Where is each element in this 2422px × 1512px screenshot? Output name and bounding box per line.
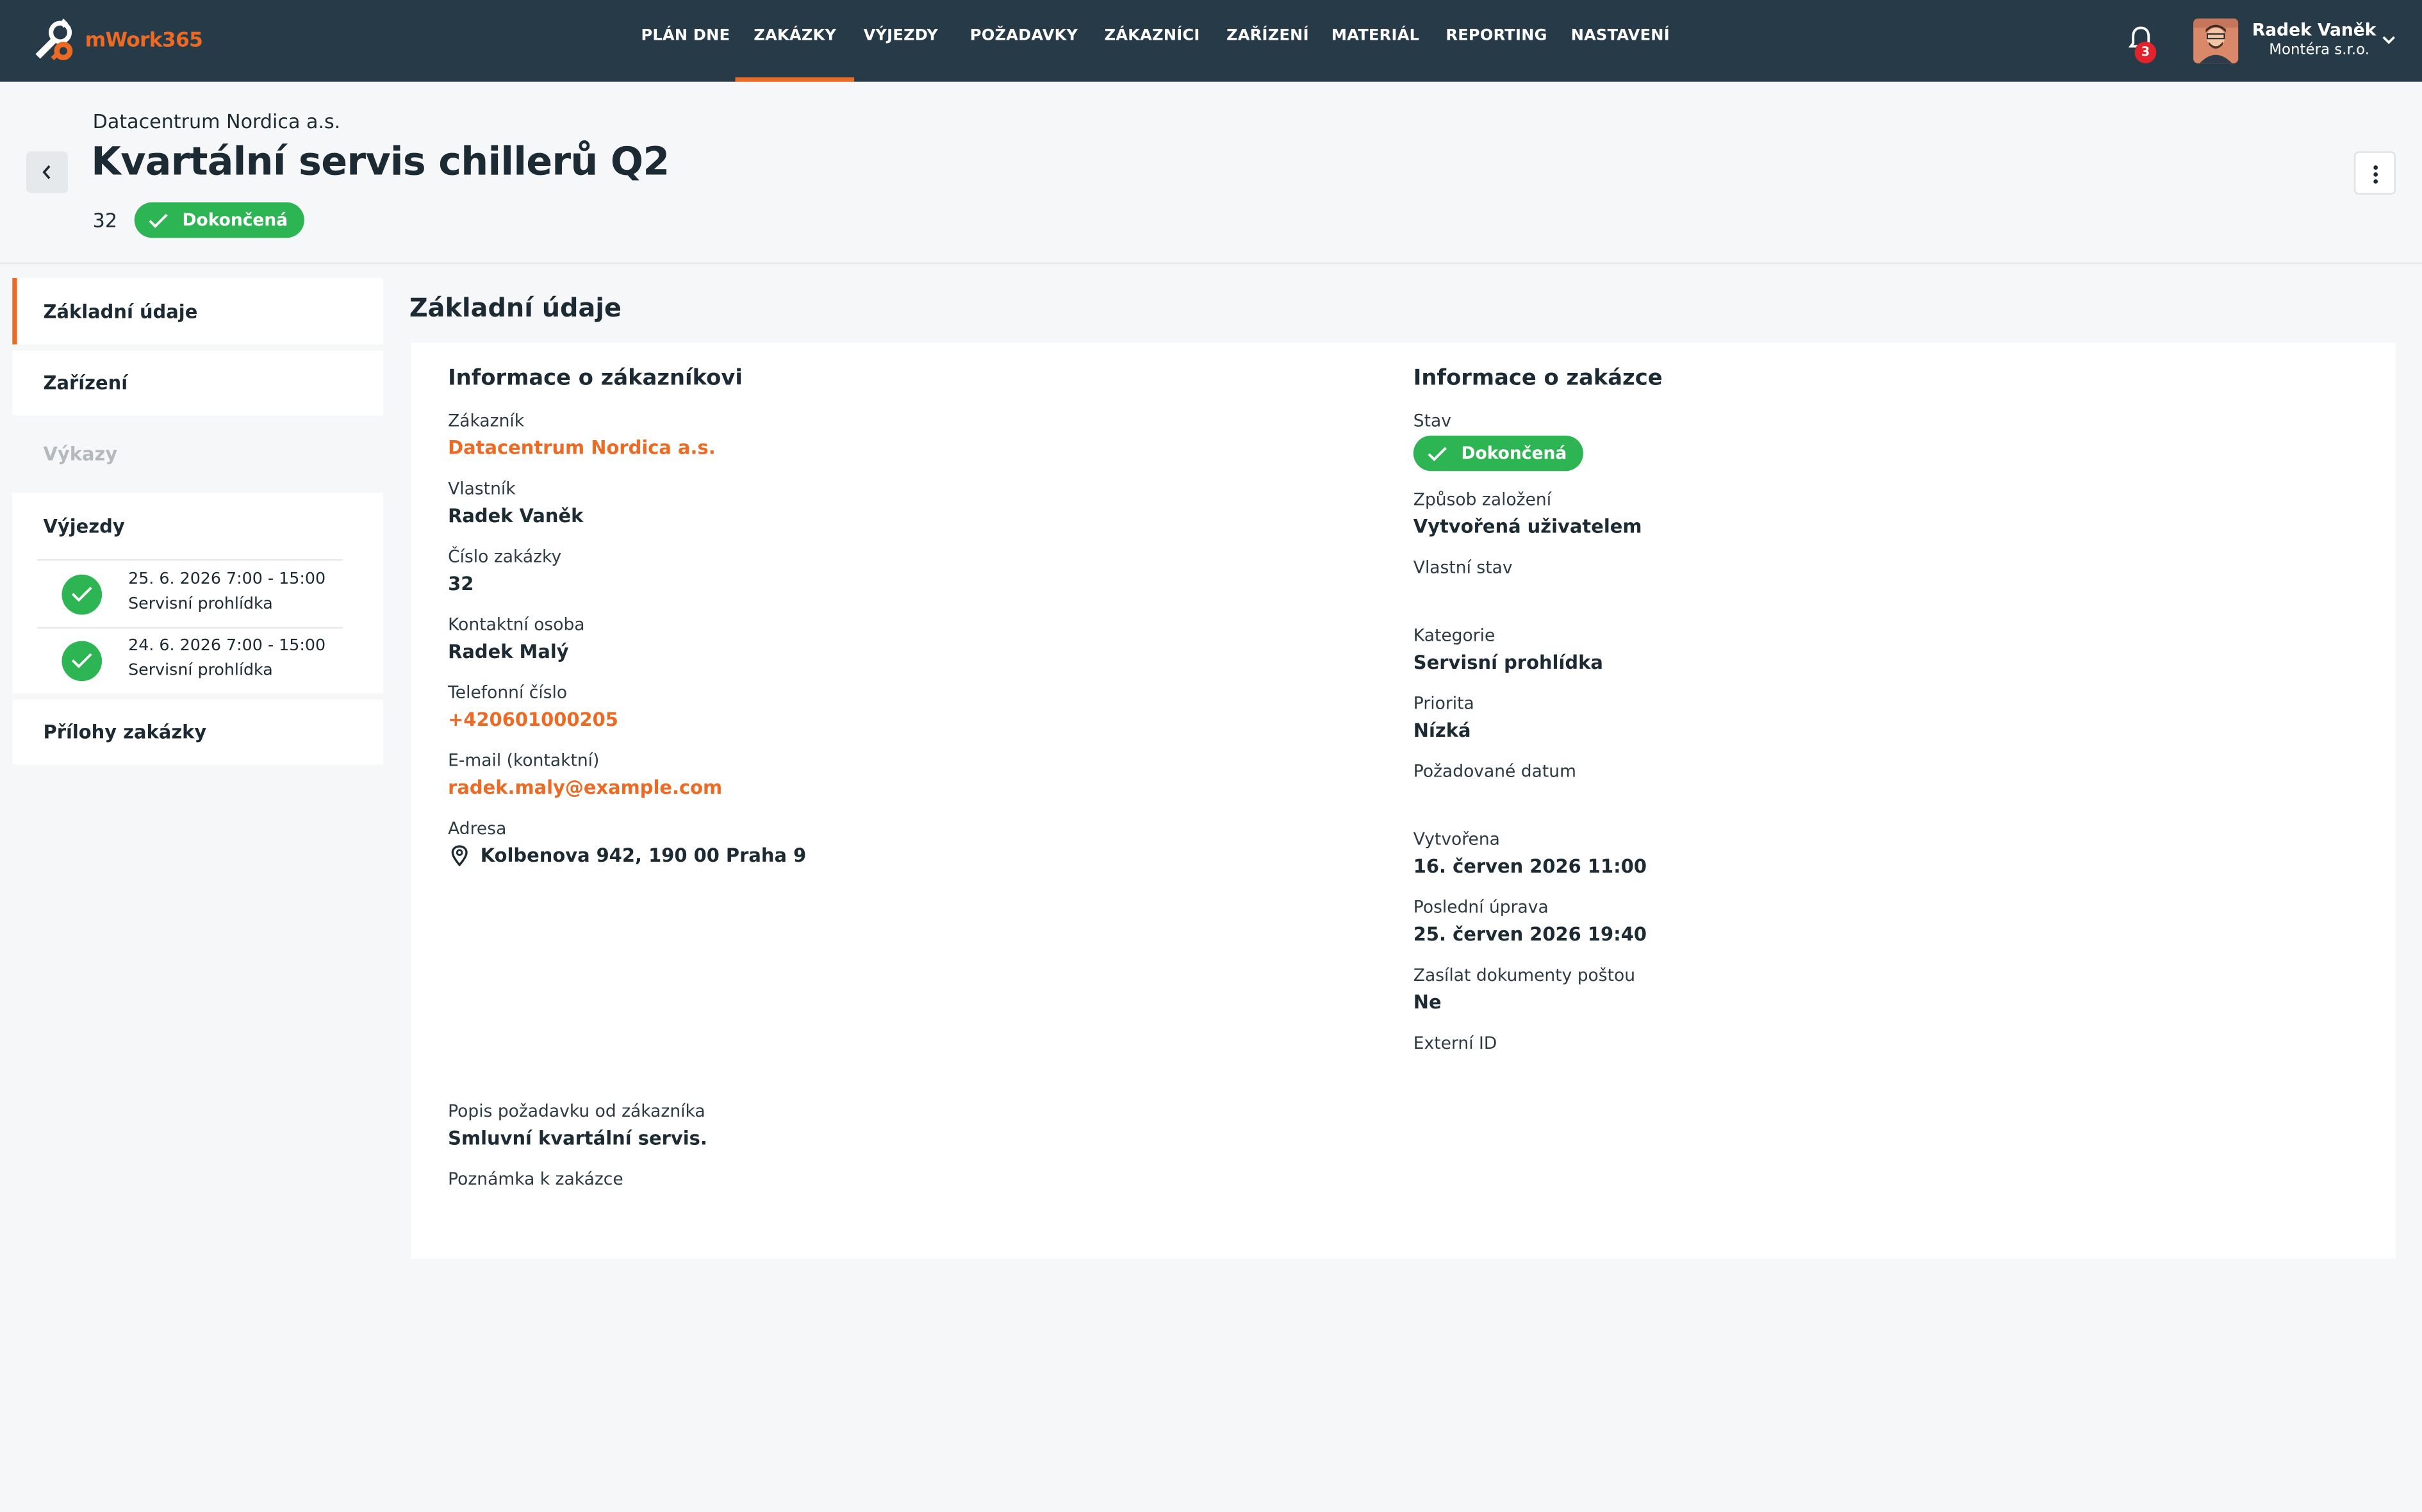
- trip-type: Servisní prohlídka: [128, 661, 273, 680]
- header-customer-name: Datacentrum Nordica a.s.: [92, 110, 341, 133]
- email-link[interactable]: radek.maly@example.com: [448, 777, 722, 799]
- sidebar-item-label: Základní údaje: [43, 301, 198, 323]
- logo-text[interactable]: mWork365: [85, 29, 203, 53]
- customer-label: Zákazník: [448, 411, 525, 431]
- nav-zakaznici[interactable]: ZÁKAZNÍCI: [1105, 28, 1200, 81]
- sidebar-trips-title[interactable]: Výjezdy: [43, 516, 124, 538]
- priority-value: Nízká: [1413, 719, 1471, 742]
- order-note-label: Poznámka k zakázce: [448, 1169, 623, 1190]
- active-indicator: [12, 277, 17, 345]
- more-actions-button[interactable]: [2353, 151, 2396, 195]
- created-value: 16. červen 2026 11:00: [1413, 855, 1647, 878]
- sidebar-item-attachments[interactable]: Přílohy zakázky: [12, 700, 383, 765]
- user-company[interactable]: Montéra s.r.o.: [2252, 42, 2369, 59]
- created-label: Vytvořena: [1413, 829, 1500, 850]
- sidebar-item-label: Zařízení: [43, 372, 128, 394]
- completed-check-icon: [62, 641, 103, 682]
- sidebar-item-reports: Výkazy: [43, 443, 118, 465]
- sidebar-item-devices[interactable]: Zařízení: [12, 350, 383, 416]
- app-root: mWork365 PLÁN DNE ZAKÁZKY VÝJEZDY POŽADA…: [0, 0, 2422, 1512]
- priority-label: Priorita: [1413, 693, 1474, 714]
- contact-person-value: Radek Malý: [448, 641, 569, 663]
- category-label: Kategorie: [1413, 625, 1495, 646]
- mail-documents-label: Zasílat dokumenty poštou: [1413, 965, 1636, 986]
- status-badge: Dokončená: [134, 202, 305, 238]
- nav-zakazky[interactable]: ZAKÁZKY: [735, 28, 856, 82]
- nav-reporting[interactable]: REPORTING: [1446, 28, 1547, 81]
- phone-link[interactable]: +420601000205: [448, 709, 618, 731]
- trip-date: 24. 6. 2026 7:00 - 15:00: [128, 636, 326, 655]
- order-info-title: Informace o zakázce: [1413, 366, 1663, 391]
- location-pin-icon: [451, 845, 468, 867]
- owner-value: Radek Vaněk: [448, 505, 584, 527]
- status-badge: Dokončená: [1413, 435, 1584, 472]
- origin-label: Způsob založení: [1413, 489, 1552, 510]
- phone-label: Telefonní číslo: [448, 682, 568, 703]
- address-label: Adresa: [448, 818, 507, 839]
- check-icon: [149, 213, 168, 227]
- customer-info-title: Informace o zákazníkovi: [448, 366, 743, 391]
- top-navigation-bar: mWork365 PLÁN DNE ZAKÁZKY VÝJEZDY POŽADA…: [0, 0, 2422, 82]
- nav-nastaveni[interactable]: NASTAVENÍ: [1571, 28, 1670, 81]
- address-value: Kolbenova 942, 190 00 Praha 9: [480, 844, 807, 867]
- category-value: Servisní prohlídka: [1413, 652, 1603, 674]
- notification-count-badge[interactable]: 3: [2134, 42, 2157, 63]
- status-label: Stav: [1413, 411, 1451, 431]
- trip-list-item[interactable]: 24. 6. 2026 7:00 - 15:00 Servisní prohlí…: [37, 627, 343, 694]
- chevron-left-icon: [42, 165, 51, 179]
- external-id-label: Externí ID: [1413, 1033, 1497, 1054]
- sidebar-item-label: Přílohy zakázky: [43, 721, 207, 743]
- origin-value: Vytvořená uživatelem: [1413, 516, 1642, 538]
- status-badge-label: Dokončená: [182, 210, 288, 231]
- nav-material[interactable]: MATERIÁL: [1331, 28, 1419, 81]
- modified-value: 25. červen 2026 19:40: [1413, 923, 1647, 946]
- vertical-dots-icon: [2373, 165, 2378, 184]
- order-number-label: Číslo zakázky: [448, 546, 562, 567]
- status-badge-label: Dokončená: [1461, 443, 1567, 464]
- request-description-value: Smluvní kvartální servis.: [448, 1127, 707, 1149]
- section-title: Základní údaje: [409, 293, 622, 323]
- completed-check-icon: [62, 574, 103, 615]
- sidebar-item-basic-info[interactable]: Základní údaje: [12, 277, 383, 345]
- required-date-label: Požadované datum: [1413, 761, 1576, 782]
- email-label: E-mail (kontaktní): [448, 750, 600, 771]
- customer-link[interactable]: Datacentrum Nordica a.s.: [448, 437, 716, 459]
- order-number: 32: [92, 208, 117, 232]
- user-avatar[interactable]: [2193, 18, 2239, 63]
- owner-label: Vlastník: [448, 479, 516, 499]
- trip-list-item[interactable]: 25. 6. 2026 7:00 - 15:00 Servisní prohlí…: [37, 561, 343, 627]
- nav-plan-dne[interactable]: PLÁN DNE: [641, 28, 730, 81]
- nav-zarizeni[interactable]: ZAŘÍZENÍ: [1226, 28, 1309, 81]
- nav-vyjezdy[interactable]: VÝJEZDY: [864, 28, 938, 81]
- contact-person-label: Kontaktní osoba: [448, 614, 585, 635]
- details-card: [411, 343, 2396, 1259]
- back-button[interactable]: [26, 151, 69, 193]
- trip-date: 25. 6. 2026 7:00 - 15:00: [128, 570, 326, 589]
- trip-type: Servisní prohlídka: [128, 595, 273, 614]
- nav-pozadavky[interactable]: POŽADAVKY: [970, 28, 1078, 81]
- modified-label: Poslední úprava: [1413, 897, 1549, 917]
- page-title: Kvartální servis chillerů Q2: [91, 138, 670, 184]
- user-name[interactable]: Radek Vaněk: [2252, 20, 2377, 40]
- check-icon: [1428, 446, 1447, 461]
- mail-documents-value: Ne: [1413, 991, 1442, 1014]
- request-description-label: Popis požadavku od zákazníka: [448, 1101, 705, 1122]
- logo-icon[interactable]: [29, 17, 79, 67]
- custom-status-label: Vlastní stav: [1413, 557, 1513, 578]
- order-number-value: 32: [448, 573, 474, 595]
- chevron-down-icon[interactable]: [2380, 31, 2398, 48]
